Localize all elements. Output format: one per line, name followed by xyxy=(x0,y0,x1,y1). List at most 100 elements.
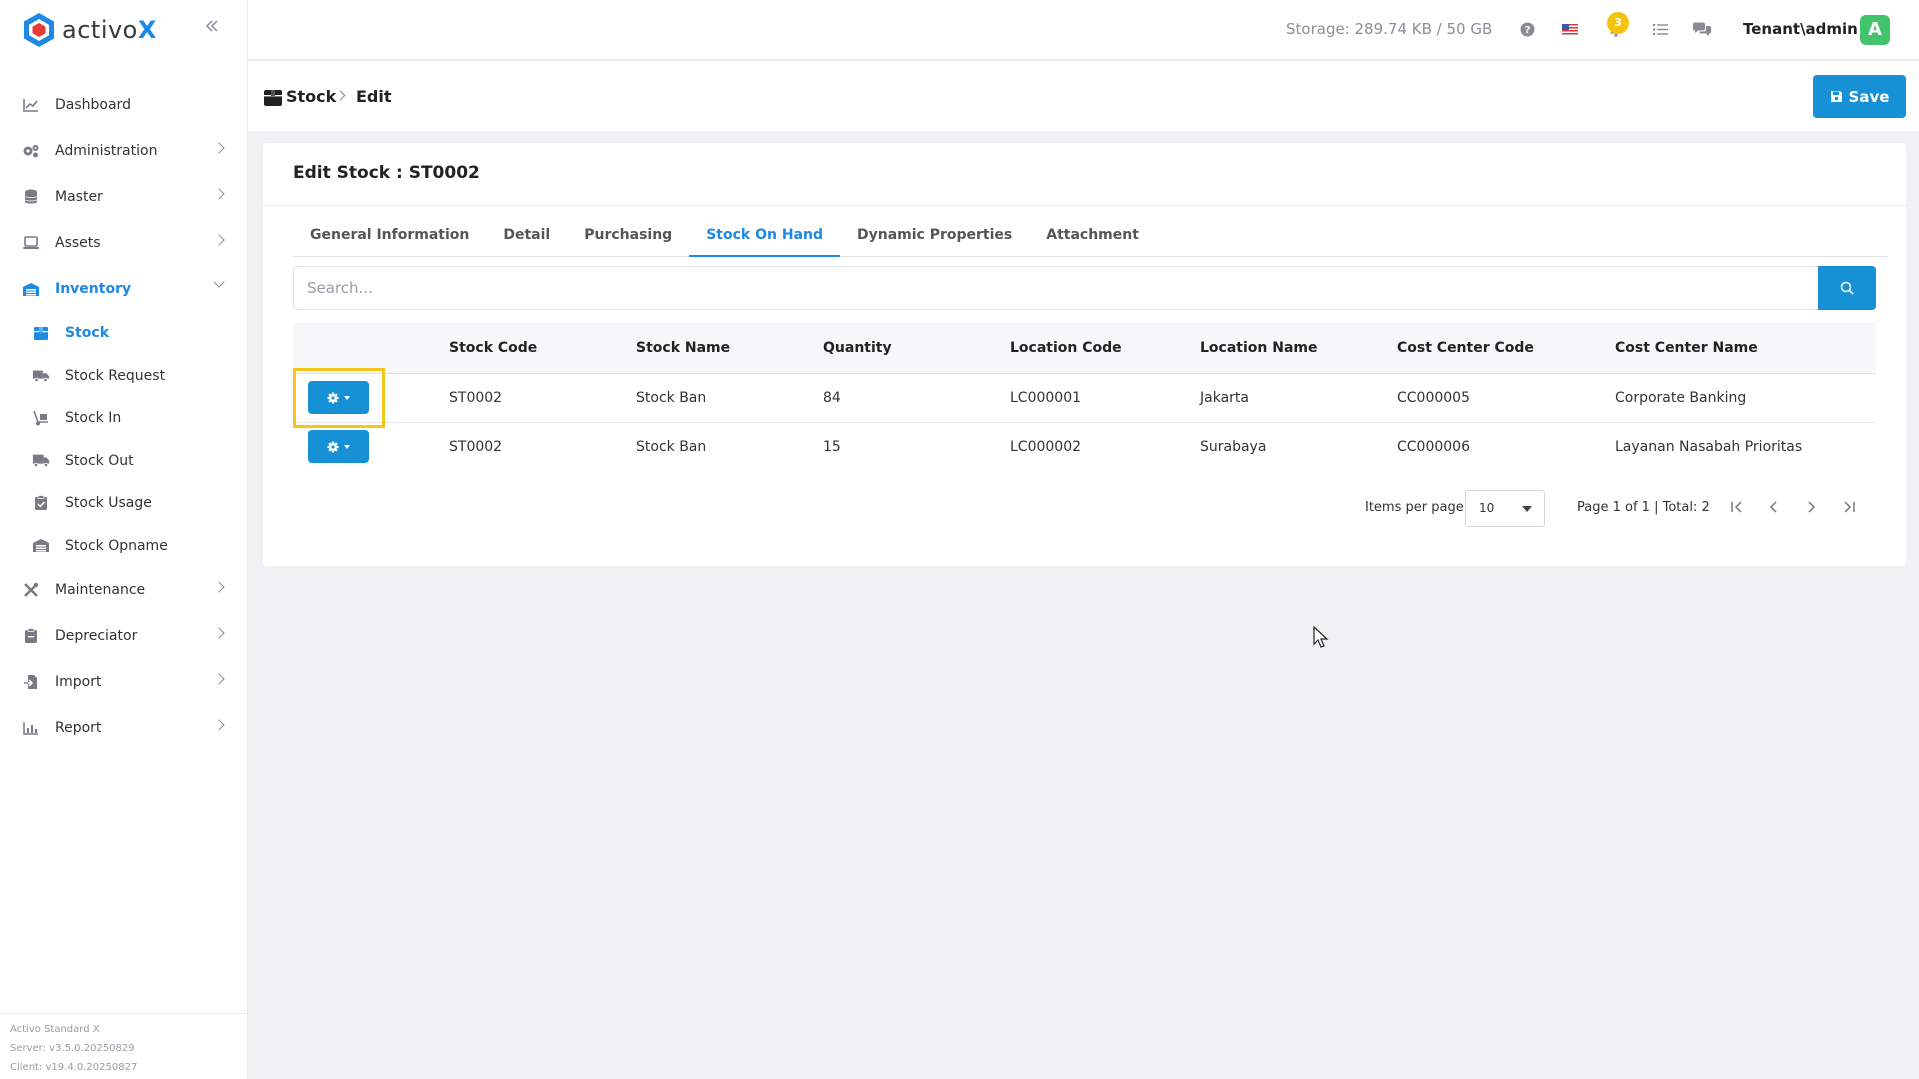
divider xyxy=(263,205,1906,206)
previous-page-button[interactable] xyxy=(1763,496,1785,518)
next-page-button[interactable] xyxy=(1800,496,1822,518)
breadcrumb-stock[interactable]: Stock xyxy=(286,87,336,106)
cell-cost-center-name: Layanan Nasabah Prioritas xyxy=(1615,438,1803,455)
breadcrumb-chevron-icon xyxy=(335,90,346,101)
sidebar-subitem-stock-in[interactable]: Stock In xyxy=(0,397,247,440)
save-button[interactable]: Save xyxy=(1813,75,1906,118)
row-actions-button[interactable] xyxy=(308,430,369,464)
cell-location-name: Jakarta xyxy=(1200,373,1397,423)
dolly-icon xyxy=(32,410,50,426)
svg-text:?: ? xyxy=(1524,25,1530,36)
pagination: Items per page 10 Page 1 of 1 | Total: 2 xyxy=(263,488,1906,528)
cell-location-code: LC000001 xyxy=(1010,373,1200,423)
tab-attachment[interactable]: Attachment xyxy=(1029,222,1156,257)
product-name: Activo Standard X xyxy=(10,1024,100,1035)
search-icon xyxy=(1840,281,1854,295)
task-list-icon[interactable] xyxy=(1651,20,1669,38)
sidebar-subitem-stock-usage[interactable]: Stock Usage xyxy=(0,482,247,525)
last-page-button[interactable] xyxy=(1838,496,1860,518)
sidebar-subitem-label: Stock xyxy=(65,325,110,342)
table-header-row: Stock Code Stock Name Quantity Location … xyxy=(293,323,1876,374)
sidebar-item-label: Import xyxy=(55,674,102,690)
column-header[interactable]: Location Code xyxy=(1010,323,1200,374)
caret-down-icon xyxy=(344,395,350,400)
sidebar-item-import[interactable]: Import xyxy=(0,659,247,705)
column-header[interactable]: Stock Name xyxy=(636,323,823,374)
first-page-button[interactable] xyxy=(1726,496,1748,518)
truck-moving-icon xyxy=(32,453,50,469)
cell-quantity: 15 xyxy=(823,438,841,455)
tools-icon xyxy=(22,581,40,599)
caret-down-icon xyxy=(344,444,350,449)
search-button[interactable] xyxy=(1818,266,1876,310)
box-icon xyxy=(264,90,282,106)
column-header[interactable]: Cost Center Code xyxy=(1397,323,1615,374)
laptop-icon xyxy=(22,234,40,252)
sidebar-item-maintenance[interactable]: Maintenance xyxy=(0,567,247,613)
truck-icon xyxy=(32,368,50,384)
sidebar-subitem-label: Stock Opname xyxy=(65,537,168,554)
cell-stock-code: ST0002 xyxy=(449,373,636,423)
sidebar-item-label: Master xyxy=(55,189,103,205)
sidebar-item-administration[interactable]: Administration xyxy=(0,128,247,174)
page-title: Edit Stock : ST0002 xyxy=(293,163,480,183)
sidebar-subitem-stock-opname[interactable]: Stock Opname xyxy=(0,525,247,568)
warehouse-icon xyxy=(32,538,50,554)
column-header[interactable]: Quantity xyxy=(823,323,1010,374)
sidebar-subitem-stock[interactable]: Stock xyxy=(0,312,247,355)
tab-purchasing[interactable]: Purchasing xyxy=(567,222,689,257)
storage-usage: Storage: 289.74 KB / 50 GB xyxy=(1286,20,1493,38)
cell-stock-name: Stock Ban xyxy=(636,438,707,455)
tab-detail[interactable]: Detail xyxy=(486,222,567,257)
us-flag-icon[interactable] xyxy=(1561,20,1579,38)
sidebar-item-inventory[interactable]: Inventory xyxy=(0,266,247,312)
tenant-user[interactable]: Tenant\admin xyxy=(1743,20,1858,38)
tab-general-information[interactable]: General Information xyxy=(293,222,486,257)
column-header-actions xyxy=(293,323,449,374)
cell-cost-center-name: Corporate Banking xyxy=(1615,373,1876,423)
cell-quantity: 84 xyxy=(823,373,1010,423)
client-version: Client: v19.4.0.20250827 xyxy=(10,1062,138,1073)
chevron-down-icon xyxy=(213,276,225,288)
sidebar-item-master[interactable]: Master xyxy=(0,174,247,220)
sidebar-item-report[interactable]: Report xyxy=(0,705,247,751)
column-header[interactable]: Stock Code xyxy=(449,323,636,374)
chart-line-icon xyxy=(22,96,40,114)
sidebar-subitem-label: Stock In xyxy=(65,410,122,427)
column-header[interactable]: Cost Center Name xyxy=(1615,323,1876,374)
column-header[interactable]: Location Name xyxy=(1200,323,1397,374)
chevron-right-icon xyxy=(1808,501,1816,513)
tab-stock-on-hand[interactable]: Stock On Hand xyxy=(689,222,840,257)
search-input[interactable] xyxy=(293,266,1818,310)
edit-stock-card: Edit Stock : ST0002 General Information … xyxy=(263,143,1906,566)
avatar[interactable]: A xyxy=(1860,15,1890,45)
tab-bar: General Information Detail Purchasing St… xyxy=(293,222,1888,257)
table-row: ST0002 Stock Ban 84 LC000001 Jakarta CC0… xyxy=(293,373,1876,423)
collapse-sidebar-icon[interactable] xyxy=(204,18,224,38)
items-per-page-select[interactable]: 10 xyxy=(1465,490,1545,527)
sidebar-item-depreciator[interactable]: Depreciator xyxy=(0,613,247,659)
sidebar-item-assets[interactable]: Assets xyxy=(0,220,247,266)
chevron-right-icon xyxy=(213,142,225,154)
chevron-right-icon xyxy=(213,673,225,685)
chevron-right-icon xyxy=(213,581,225,593)
sidebar-subitem-stock-out[interactable]: Stock Out xyxy=(0,440,247,483)
sidebar-item-label: Inventory xyxy=(55,281,132,297)
cell-cost-center-code: CC000006 xyxy=(1397,438,1470,455)
help-icon[interactable]: ? xyxy=(1518,20,1536,38)
warehouse-icon xyxy=(22,280,40,298)
tab-dynamic-properties[interactable]: Dynamic Properties xyxy=(840,222,1029,257)
sidebar-subitem-stock-request[interactable]: Stock Request xyxy=(0,355,247,398)
cell-stock-name: Stock Ban xyxy=(636,373,823,423)
cell-stock-code: ST0002 xyxy=(449,438,503,455)
sidebar-item-label: Dashboard xyxy=(55,97,131,113)
table-row: ST0002 Stock Ban 15 LC000002 Surabaya CC… xyxy=(293,422,1876,471)
row-actions-button[interactable] xyxy=(308,381,369,414)
page-header: Stock Edit Save xyxy=(248,61,1919,131)
sidebar-subitem-label: Stock Request xyxy=(65,367,166,384)
caret-down-icon xyxy=(1522,506,1532,512)
cell-cost-center-code: CC000005 xyxy=(1397,373,1615,423)
server-version: Server: v3.5.0.20250829 xyxy=(10,1043,135,1054)
sidebar-item-dashboard[interactable]: Dashboard xyxy=(0,82,247,128)
chat-icon[interactable] xyxy=(1691,20,1713,38)
